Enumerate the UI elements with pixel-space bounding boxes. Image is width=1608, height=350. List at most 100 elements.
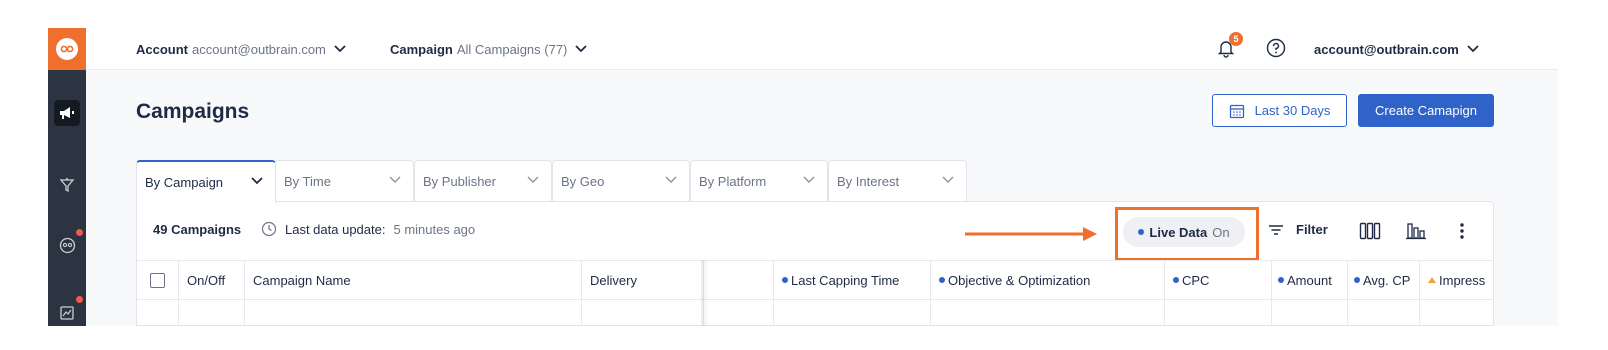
rail-item-conversions[interactable] <box>54 172 80 198</box>
campaign-selector[interactable]: Campaign All Campaigns (77) <box>390 28 588 70</box>
table-cell <box>1165 300 1272 326</box>
live-data-state: On <box>1212 224 1230 240</box>
account-value: account@outbrain.com <box>192 41 326 57</box>
date-range-button[interactable]: Last 30 Days <box>1212 94 1347 127</box>
tab-label: By Platform <box>699 174 767 189</box>
campaign-count: 49 Campaigns <box>153 222 242 237</box>
chevron-down-icon <box>527 176 539 183</box>
user-email: account@outbrain.com <box>1314 41 1459 57</box>
select-all-checkbox[interactable] <box>150 272 165 288</box>
column-header-delivery[interactable]: Delivery <box>582 261 704 299</box>
filter-icon <box>1269 224 1283 235</box>
column-header-amount[interactable]: Amount <box>1272 261 1348 299</box>
campaign-label: Campaign <box>390 41 453 57</box>
reports-alert-dot <box>76 296 83 303</box>
table-cell <box>704 300 774 326</box>
date-range-label: Last 30 Days <box>1254 103 1331 118</box>
outbrain-logo-icon <box>56 38 78 60</box>
more-options-button[interactable] <box>1451 220 1473 242</box>
columns-button[interactable] <box>1359 220 1381 242</box>
app-frame: Account account@outbrain.com Campaign Al… <box>48 28 1558 326</box>
reports-icon <box>60 306 74 320</box>
live-data-label: Live Data <box>1149 224 1208 240</box>
calendar-icon <box>1229 104 1244 118</box>
column-header-impressions[interactable]: Impress <box>1420 261 1493 299</box>
left-rail <box>48 28 86 326</box>
live-data-toggle[interactable]: Live Data On <box>1123 217 1245 247</box>
column-header-onoff[interactable]: On/Off <box>179 261 245 299</box>
chart-toggle-button[interactable] <box>1405 220 1427 242</box>
account-selector[interactable]: Account account@outbrain.com <box>136 28 346 70</box>
column-label: Avg. CP <box>1363 272 1411 288</box>
last-update: Last data update: 5 minutes ago <box>261 221 475 237</box>
column-label: Campaign Name <box>253 272 351 288</box>
last-update-value: 5 minutes ago <box>393 221 476 237</box>
column-header-hidden <box>704 261 774 299</box>
tab-label: By Geo <box>561 174 605 189</box>
megaphone-icon <box>60 107 74 119</box>
live-metric-dot <box>1173 277 1179 283</box>
table-row <box>137 300 1493 326</box>
table-cell <box>245 300 582 326</box>
chevron-down-icon <box>665 176 677 183</box>
column-label: On/Off <box>187 272 226 288</box>
select-all-cell <box>137 261 179 299</box>
chevron-down-icon <box>251 177 263 185</box>
audience-icon <box>59 237 75 253</box>
chevron-down-icon <box>334 45 346 53</box>
arrow-right-icon <box>965 227 1097 241</box>
tab-label: By Time <box>284 174 331 189</box>
tab-by-interest[interactable]: By Interest <box>828 160 967 202</box>
help-button[interactable] <box>1266 38 1286 58</box>
table-cell <box>931 300 1165 326</box>
table-header: On/Off Campaign Name Delivery Last Cappi… <box>137 260 1493 300</box>
columns-icon <box>1359 222 1381 240</box>
chart-icon <box>1406 223 1426 240</box>
page-title: Campaigns <box>136 100 250 123</box>
tab-by-geo[interactable]: By Geo <box>552 160 690 202</box>
live-metric-dot <box>939 277 945 283</box>
column-header-cpc[interactable]: CPC <box>1165 261 1272 299</box>
table-cell <box>582 300 704 326</box>
chevron-down-icon <box>575 45 588 53</box>
rail-item-audiences[interactable] <box>54 232 80 258</box>
column-label: Last Capping Time <box>791 272 900 288</box>
last-update-label: Last data update: <box>285 221 386 237</box>
tab-by-platform[interactable]: By Platform <box>690 160 828 202</box>
logo[interactable] <box>48 28 86 70</box>
rail-item-campaigns[interactable] <box>54 100 80 126</box>
tab-label: By Interest <box>837 174 900 189</box>
chevron-down-icon <box>803 176 815 183</box>
column-label: Impress <box>1439 272 1486 288</box>
sticky-column-shadow <box>701 260 709 326</box>
column-header-last-capping-time[interactable]: Last Capping Time <box>774 261 931 299</box>
chevron-down-icon <box>389 176 401 183</box>
warning-triangle-icon <box>1428 277 1436 283</box>
column-label: Objective & Optimization <box>948 272 1091 288</box>
table-cell <box>774 300 931 326</box>
column-header-campaign-name[interactable]: Campaign Name <box>245 261 582 299</box>
filter-label: Filter <box>1296 222 1328 237</box>
table-cell <box>1272 300 1348 326</box>
funnel-icon <box>59 178 75 193</box>
tab-by-campaign[interactable]: By Campaign <box>136 160 276 203</box>
tab-label: By Publisher <box>423 174 496 189</box>
create-campaign-button[interactable]: Create Camapign <box>1358 94 1494 127</box>
tab-by-time[interactable]: By Time <box>275 160 414 202</box>
notification-badge: 5 <box>1229 32 1243 46</box>
tab-label: By Campaign <box>145 175 224 190</box>
column-label: Delivery <box>590 272 637 288</box>
audiences-alert-dot <box>76 229 83 236</box>
rail-item-reports[interactable] <box>54 300 80 326</box>
notifications-button[interactable]: 5 <box>1216 32 1243 58</box>
user-menu[interactable]: account@outbrain.com <box>1314 28 1479 70</box>
account-label: Account <box>136 41 188 57</box>
table-cell <box>137 300 179 326</box>
filter-button[interactable]: Filter <box>1268 222 1328 237</box>
column-header-avg-cp[interactable]: Avg. CP <box>1348 261 1420 299</box>
column-header-objective[interactable]: Objective & Optimization <box>931 261 1165 299</box>
tab-by-publisher[interactable]: By Publisher <box>414 160 552 202</box>
table-cell <box>179 300 245 326</box>
top-bar: Account account@outbrain.com Campaign Al… <box>86 28 1558 70</box>
campaigns-panel: 49 Campaigns Last data update: 5 minutes… <box>136 201 1494 326</box>
